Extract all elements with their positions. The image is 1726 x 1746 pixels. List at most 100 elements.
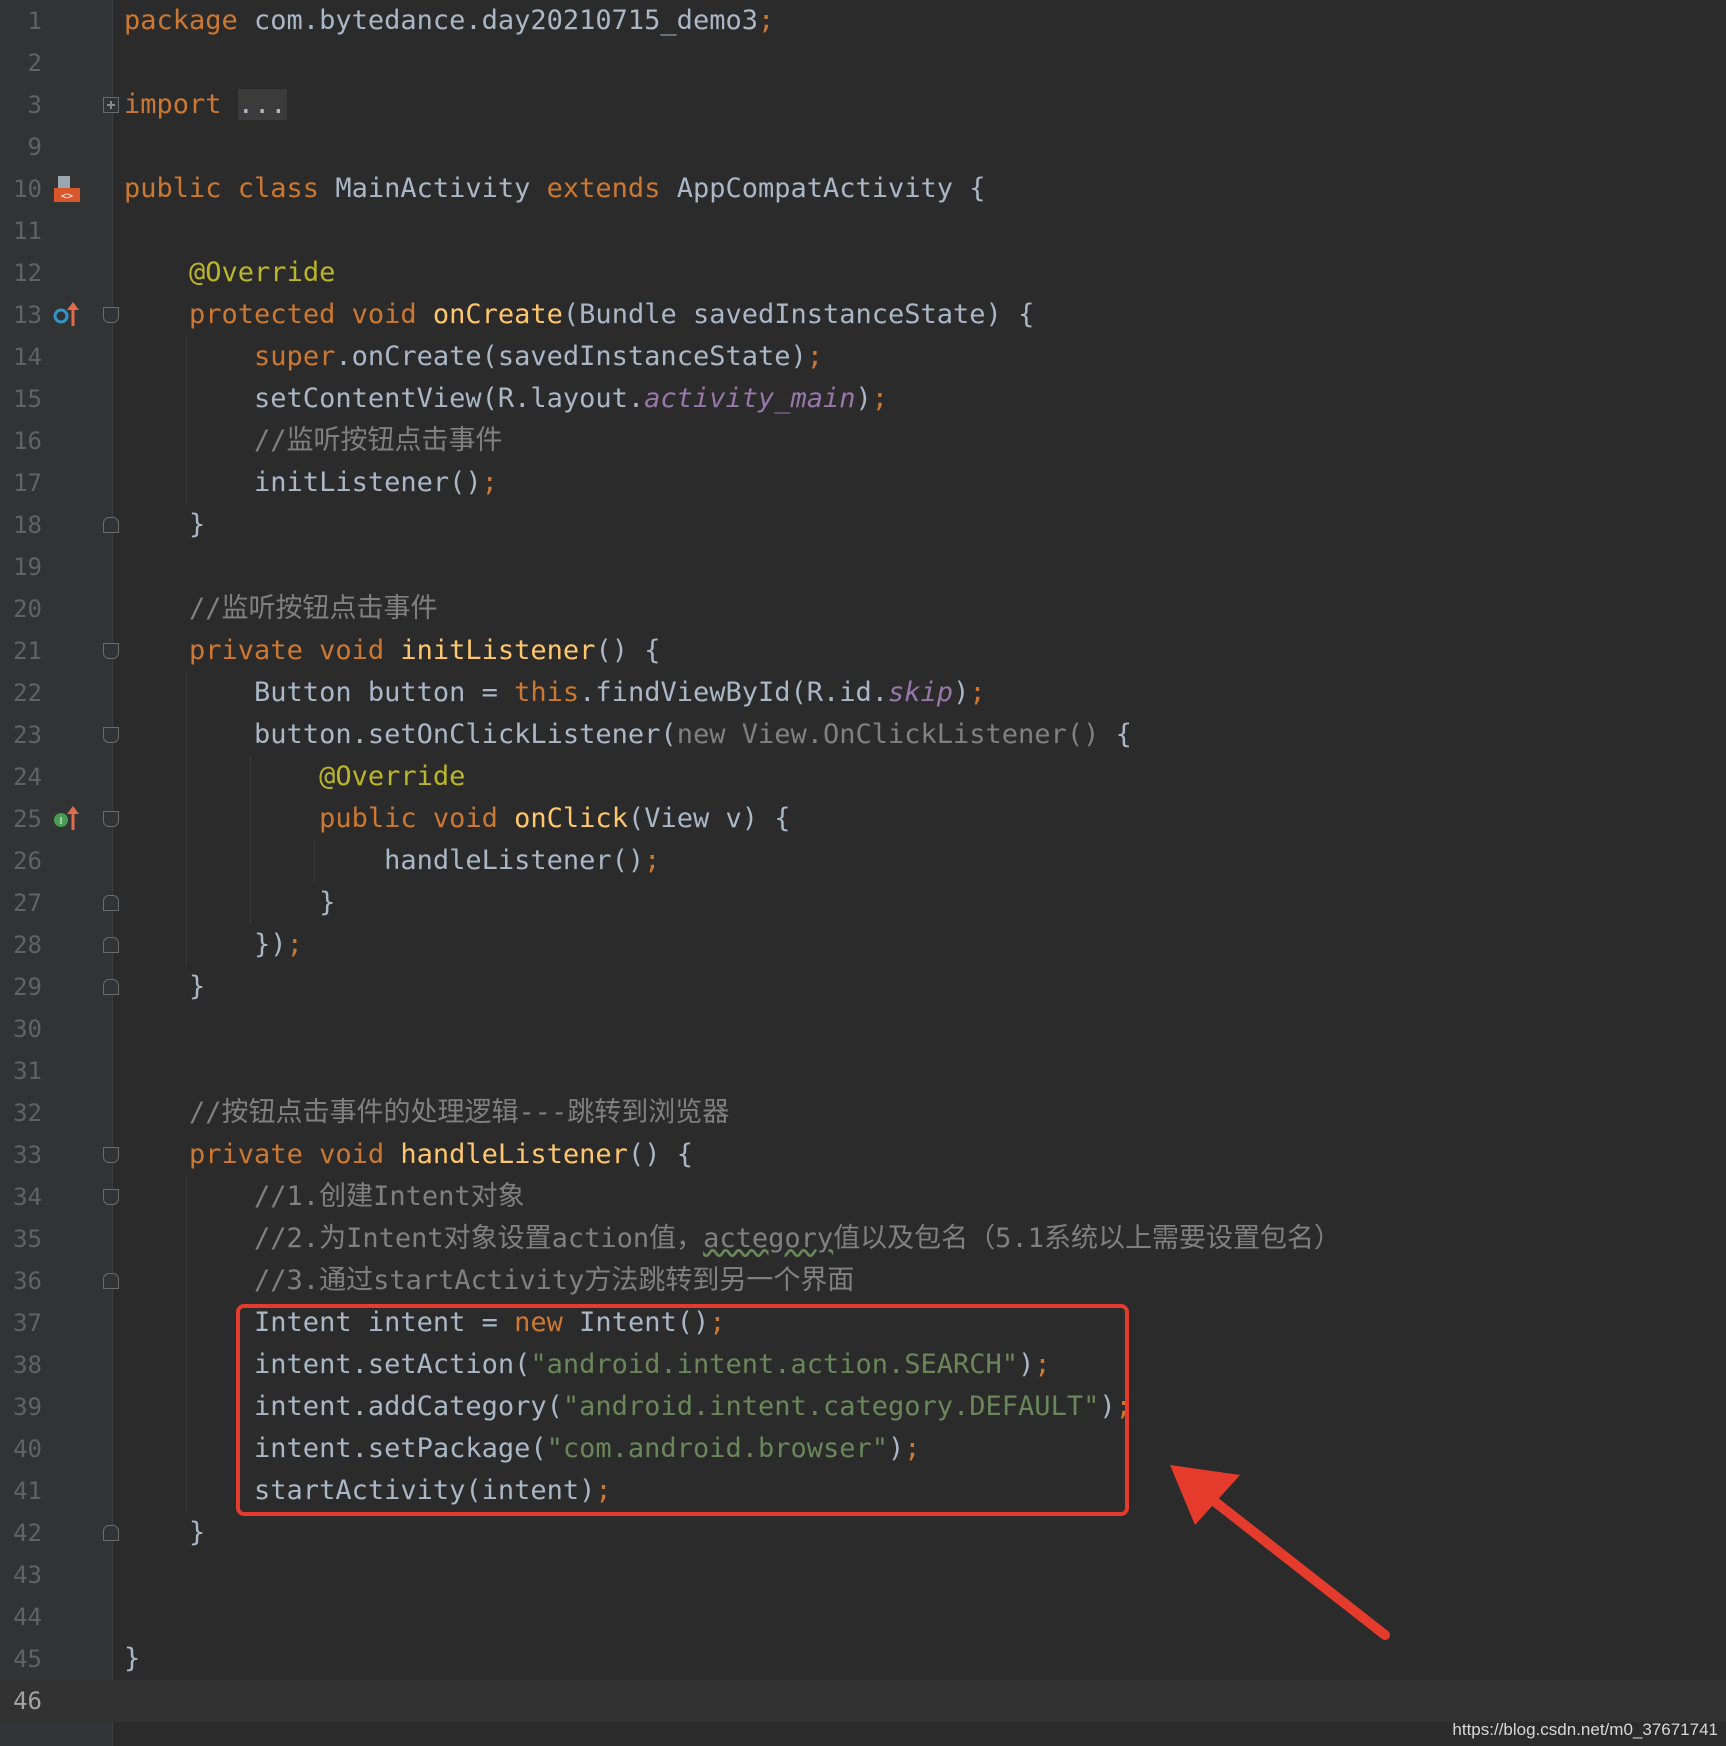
code-line[interactable]: 3 import ... <box>0 84 1726 126</box>
line-number[interactable]: 43 <box>0 1554 42 1596</box>
code-text[interactable]: @Override <box>124 756 465 798</box>
code-text[interactable]: } <box>124 882 335 924</box>
code-text[interactable]: } <box>124 1638 140 1680</box>
line-number[interactable]: 41 <box>0 1470 42 1512</box>
code-text[interactable]: package com.bytedance.day20210715_demo3; <box>124 0 774 42</box>
line-number[interactable]: 22 <box>0 672 42 714</box>
code-text[interactable]: //监听按钮点击事件 <box>124 420 503 462</box>
line-number[interactable]: 28 <box>0 924 42 966</box>
line-number[interactable]: 29 <box>0 966 42 1008</box>
code-text[interactable]: //按钮点击事件的处理逻辑---跳转到浏览器 <box>124 1092 729 1134</box>
code-text[interactable]: //3.通过startActivity方法跳转到另一个界面 <box>124 1260 854 1302</box>
code-line[interactable]: 1 package com.bytedance.day20210715_demo3… <box>0 0 1726 42</box>
line-number[interactable]: 46 <box>0 1680 42 1722</box>
line-number[interactable]: 40 <box>0 1428 42 1470</box>
line-number[interactable]: 10 <box>0 168 42 210</box>
code-line[interactable]: 28 }); <box>0 924 1726 966</box>
code-line[interactable]: 33 private void handleListener() { <box>0 1134 1726 1176</box>
line-number[interactable]: 15 <box>0 378 42 420</box>
line-number[interactable]: 20 <box>0 588 42 630</box>
code-line[interactable]: 11 <box>0 210 1726 252</box>
line-number[interactable]: 18 <box>0 504 42 546</box>
line-number[interactable]: 44 <box>0 1596 42 1638</box>
line-number[interactable]: 14 <box>0 336 42 378</box>
line-number[interactable]: 1 <box>0 0 42 42</box>
line-number[interactable]: 24 <box>0 756 42 798</box>
line-number[interactable]: 35 <box>0 1218 42 1260</box>
code-line[interactable]: 44 <box>0 1596 1726 1638</box>
line-number[interactable]: 32 <box>0 1092 42 1134</box>
code-text[interactable]: protected void onCreate(Bundle savedInst… <box>124 294 1034 336</box>
code-text[interactable]: private void handleListener() { <box>124 1134 693 1176</box>
code-editor[interactable]: <> I 1 package com.bytedance.day20210715_d… <box>0 0 1726 1746</box>
line-number[interactable]: 38 <box>0 1344 42 1386</box>
code-line[interactable]: 13 protected void onCreate(Bundle savedI… <box>0 294 1726 336</box>
code-text[interactable]: super.onCreate(savedInstanceState); <box>124 336 823 378</box>
code-line[interactable]: 29 } <box>0 966 1726 1008</box>
code-line[interactable]: 9 <box>0 126 1726 168</box>
code-line[interactable]: 24 @Override <box>0 756 1726 798</box>
code-text[interactable]: } <box>124 1512 205 1554</box>
line-number[interactable]: 45 <box>0 1638 42 1680</box>
code-line[interactable]: 35 //2.为Intent对象设置action值，actegory值以及包名（… <box>0 1218 1726 1260</box>
code-line[interactable]: 19 <box>0 546 1726 588</box>
line-number[interactable]: 27 <box>0 882 42 924</box>
code-text[interactable]: } <box>124 504 205 546</box>
code-line[interactable]: 23 button.setOnClickListener(new View.On… <box>0 714 1726 756</box>
line-number[interactable]: 17 <box>0 462 42 504</box>
code-line[interactable]: 45} <box>0 1638 1726 1680</box>
code-line[interactable]: 31 <box>0 1050 1726 1092</box>
line-number[interactable]: 19 <box>0 546 42 588</box>
line-number[interactable]: 39 <box>0 1386 42 1428</box>
code-line[interactable]: 27 } <box>0 882 1726 924</box>
code-text[interactable]: import ... <box>124 84 287 126</box>
code-line[interactable]: 26 handleListener(); <box>0 840 1726 882</box>
line-number[interactable]: 11 <box>0 210 42 252</box>
code-line[interactable]: 15 setContentView(R.layout.activity_main… <box>0 378 1726 420</box>
code-text[interactable]: @Override <box>124 252 335 294</box>
code-line[interactable]: 2 <box>0 42 1726 84</box>
code-line[interactable]: 36 //3.通过startActivity方法跳转到另一个界面 <box>0 1260 1726 1302</box>
line-number[interactable]: 42 <box>0 1512 42 1554</box>
code-text[interactable]: //1.创建Intent对象 <box>124 1176 525 1218</box>
code-line[interactable]: 32 //按钮点击事件的处理逻辑---跳转到浏览器 <box>0 1092 1726 1134</box>
line-number[interactable]: 30 <box>0 1008 42 1050</box>
code-line[interactable]: 25 public void onClick(View v) { <box>0 798 1726 840</box>
code-line[interactable]: 18 } <box>0 504 1726 546</box>
line-number[interactable]: 33 <box>0 1134 42 1176</box>
line-number[interactable]: 2 <box>0 42 42 84</box>
code-text[interactable]: public void onClick(View v) { <box>124 798 790 840</box>
line-number[interactable]: 13 <box>0 294 42 336</box>
code-line[interactable]: 10 public class MainActivity extends AppC… <box>0 168 1726 210</box>
line-number[interactable]: 21 <box>0 630 42 672</box>
line-number[interactable]: 3 <box>0 84 42 126</box>
code-text[interactable]: //监听按钮点击事件 <box>124 588 438 630</box>
code-text[interactable]: } <box>124 966 205 1008</box>
line-number[interactable]: 12 <box>0 252 42 294</box>
line-number[interactable]: 9 <box>0 126 42 168</box>
line-number[interactable]: 25 <box>0 798 42 840</box>
code-text[interactable]: handleListener(); <box>124 840 660 882</box>
code-line[interactable]: 43 <box>0 1554 1726 1596</box>
code-line[interactable]: 30 <box>0 1008 1726 1050</box>
code-text[interactable]: }); <box>124 924 303 966</box>
code-text[interactable]: button.setOnClickListener(new View.OnCli… <box>124 714 1132 756</box>
line-number[interactable]: 34 <box>0 1176 42 1218</box>
line-number[interactable]: 31 <box>0 1050 42 1092</box>
code-line[interactable]: 42 } <box>0 1512 1726 1554</box>
code-line[interactable]: 34 //1.创建Intent对象 <box>0 1176 1726 1218</box>
code-line[interactable]: 17 initListener(); <box>0 462 1726 504</box>
line-number[interactable]: 36 <box>0 1260 42 1302</box>
code-text[interactable]: setContentView(R.layout.activity_main); <box>124 378 888 420</box>
code-text[interactable]: Button button = this.findViewById(R.id.s… <box>124 672 986 714</box>
code-line[interactable]: 14 super.onCreate(savedInstanceState); <box>0 336 1726 378</box>
code-text[interactable]: private void initListener() { <box>124 630 660 672</box>
line-number[interactable]: 37 <box>0 1302 42 1344</box>
code-text[interactable]: public class MainActivity extends AppCom… <box>124 168 986 210</box>
code-text[interactable]: initListener(); <box>124 462 498 504</box>
code-line[interactable]: 16 //监听按钮点击事件 <box>0 420 1726 462</box>
code-text[interactable]: //2.为Intent对象设置action值，actegory值以及包名（5.1… <box>124 1218 1341 1260</box>
code-line[interactable]: 12 @Override <box>0 252 1726 294</box>
line-number[interactable]: 26 <box>0 840 42 882</box>
code-line[interactable]: 20 //监听按钮点击事件 <box>0 588 1726 630</box>
